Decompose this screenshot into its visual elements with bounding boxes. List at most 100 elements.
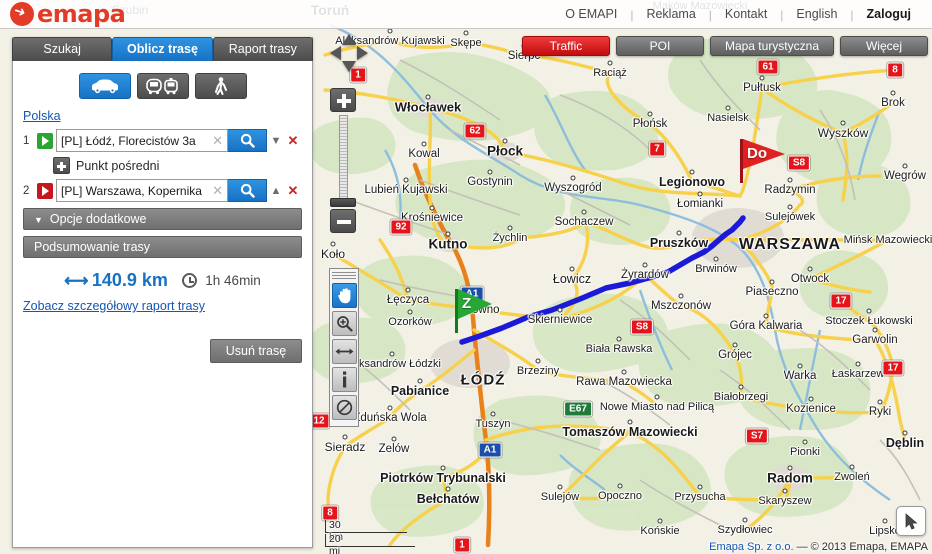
- route-duration: 1h 46min: [205, 273, 261, 288]
- mode-walk-button[interactable]: [194, 73, 247, 99]
- scale-imperial-label: 20 mi: [329, 533, 341, 554]
- city-dot: [849, 464, 855, 470]
- mode-public-transport-button[interactable]: [136, 73, 189, 99]
- map-tool-strip: [329, 268, 359, 427]
- city-dot: [855, 361, 861, 367]
- remove-waypoint-1[interactable]: ✕: [285, 133, 301, 149]
- city-dot: [742, 517, 748, 523]
- city-dot: [403, 177, 409, 183]
- city-dot: [557, 484, 563, 490]
- city-dot: [787, 177, 793, 183]
- city-dot: [840, 120, 846, 126]
- clear-icon-1[interactable]: ✕: [212, 133, 223, 149]
- search-button-2[interactable]: [227, 179, 267, 202]
- waypoint-input-2[interactable]: [57, 180, 207, 201]
- flag-letter: Do: [747, 145, 767, 162]
- road-shield: 8: [887, 62, 903, 78]
- hand-icon: [337, 288, 350, 304]
- nav-kontakt[interactable]: Kontakt: [712, 0, 780, 29]
- tool-no-entry-button[interactable]: [332, 395, 357, 420]
- city-dot: [417, 378, 423, 384]
- city-dot: [713, 256, 719, 262]
- zoom-slider-handle[interactable]: [330, 198, 356, 207]
- road-shield: 1: [454, 537, 470, 553]
- city-dot: [787, 204, 793, 210]
- city-dot: [678, 293, 684, 299]
- search-icon: [240, 183, 255, 198]
- city-dot: [877, 399, 883, 405]
- nav-english[interactable]: English: [783, 0, 850, 29]
- remove-waypoint-2[interactable]: ✕: [285, 183, 301, 199]
- city-dot: [342, 434, 348, 440]
- cursor-mode-button[interactable]: [896, 506, 926, 536]
- city-dot: [421, 141, 427, 147]
- zoom-out-button[interactable]: [330, 209, 356, 233]
- zoom-slider-track[interactable]: [338, 115, 348, 203]
- additional-options-bar[interactable]: ▼ Opcje dodatkowe: [23, 208, 302, 230]
- road-shield: E67: [564, 401, 592, 417]
- search-icon: [240, 133, 255, 148]
- map-tab-poi[interactable]: POI: [615, 36, 704, 56]
- pan-left-icon[interactable]: [330, 46, 341, 60]
- tool-zoom-box-button[interactable]: [332, 311, 357, 336]
- city-dot: [391, 436, 397, 442]
- delete-route-button[interactable]: Usuń trasę: [210, 339, 302, 363]
- tool-pan-hand-button[interactable]: [332, 283, 357, 308]
- city-dot: [487, 169, 493, 175]
- route-distance: 140.9 km: [91, 270, 168, 290]
- country-link[interactable]: Polska: [23, 109, 61, 123]
- transport-mode-group: [23, 73, 302, 99]
- zoom-in-button[interactable]: [330, 88, 356, 112]
- road-shield: 92: [390, 219, 412, 235]
- city-dot: [866, 308, 872, 314]
- city-dot: [676, 230, 682, 236]
- info-icon: [343, 371, 347, 388]
- city-dot: [502, 138, 508, 144]
- city-dot: [802, 439, 808, 445]
- city-dot: [759, 75, 765, 81]
- tool-info-button[interactable]: [332, 367, 357, 392]
- road-shield: S8: [787, 155, 811, 171]
- tab-szukaj[interactable]: Szukaj: [12, 37, 113, 61]
- pedestrian-icon: [214, 77, 227, 95]
- city-dot: [627, 419, 633, 425]
- city-dot: [330, 241, 336, 247]
- map-tab-mapa-turystyczna[interactable]: Mapa turystyczna: [709, 36, 834, 56]
- route-panel: Polska 1 ✕ ▼ ✕ Punkt pośredni: [12, 37, 313, 548]
- nav-o-emapi[interactable]: O EMAPI: [552, 0, 630, 29]
- move-up-icon-2[interactable]: ▲: [267, 185, 285, 197]
- search-button-1[interactable]: [227, 129, 267, 152]
- city-dot: [654, 394, 660, 400]
- city-dot: [535, 358, 541, 364]
- plus-icon[interactable]: [53, 157, 70, 174]
- tab-raport-trasy[interactable]: Raport trasy: [212, 37, 313, 61]
- tool-strip-grip[interactable]: [332, 272, 356, 280]
- road-shield: S7: [745, 428, 769, 444]
- clear-icon-2[interactable]: ✕: [212, 183, 223, 199]
- detailed-report-link[interactable]: Zobacz szczegółowy raport trasy: [23, 299, 205, 313]
- route-summary-bar[interactable]: Podsumowanie trasy: [23, 236, 302, 258]
- tab-oblicz-trase[interactable]: Oblicz trasę: [112, 37, 213, 61]
- map-tab-traffic[interactable]: Traffic: [521, 36, 610, 56]
- move-down-icon-1[interactable]: ▼: [267, 135, 285, 147]
- map-tab-wiecej[interactable]: Więcej: [840, 36, 928, 56]
- city-dot: [557, 307, 563, 313]
- road-shield: S8: [630, 319, 654, 335]
- waypoint-row-1: 1 ✕ ▼ ✕: [23, 129, 302, 152]
- add-via-point-row[interactable]: Punkt pośredni: [53, 157, 302, 174]
- pan-up-icon[interactable]: [342, 34, 356, 45]
- pan-right-icon[interactable]: [357, 46, 368, 60]
- waypoint-input-1[interactable]: [57, 130, 207, 151]
- pan-down-icon[interactable]: [342, 61, 356, 72]
- copyright-company-link[interactable]: Emapa Sp. z o.o.: [709, 541, 793, 553]
- city-dot: [657, 518, 663, 524]
- measure-arrow-icon: [335, 348, 354, 355]
- nav-zaloguj[interactable]: Zaloguj: [854, 0, 924, 29]
- nav-reklama[interactable]: Reklama: [633, 0, 708, 29]
- city-dot: [882, 518, 888, 524]
- city-dot: [387, 28, 393, 34]
- waypoint-number-1: 1: [23, 134, 30, 147]
- tool-measure-distance-button[interactable]: [332, 339, 357, 364]
- emapa-logo[interactable]: emapa: [10, 1, 126, 27]
- mode-car-button[interactable]: [78, 73, 131, 99]
